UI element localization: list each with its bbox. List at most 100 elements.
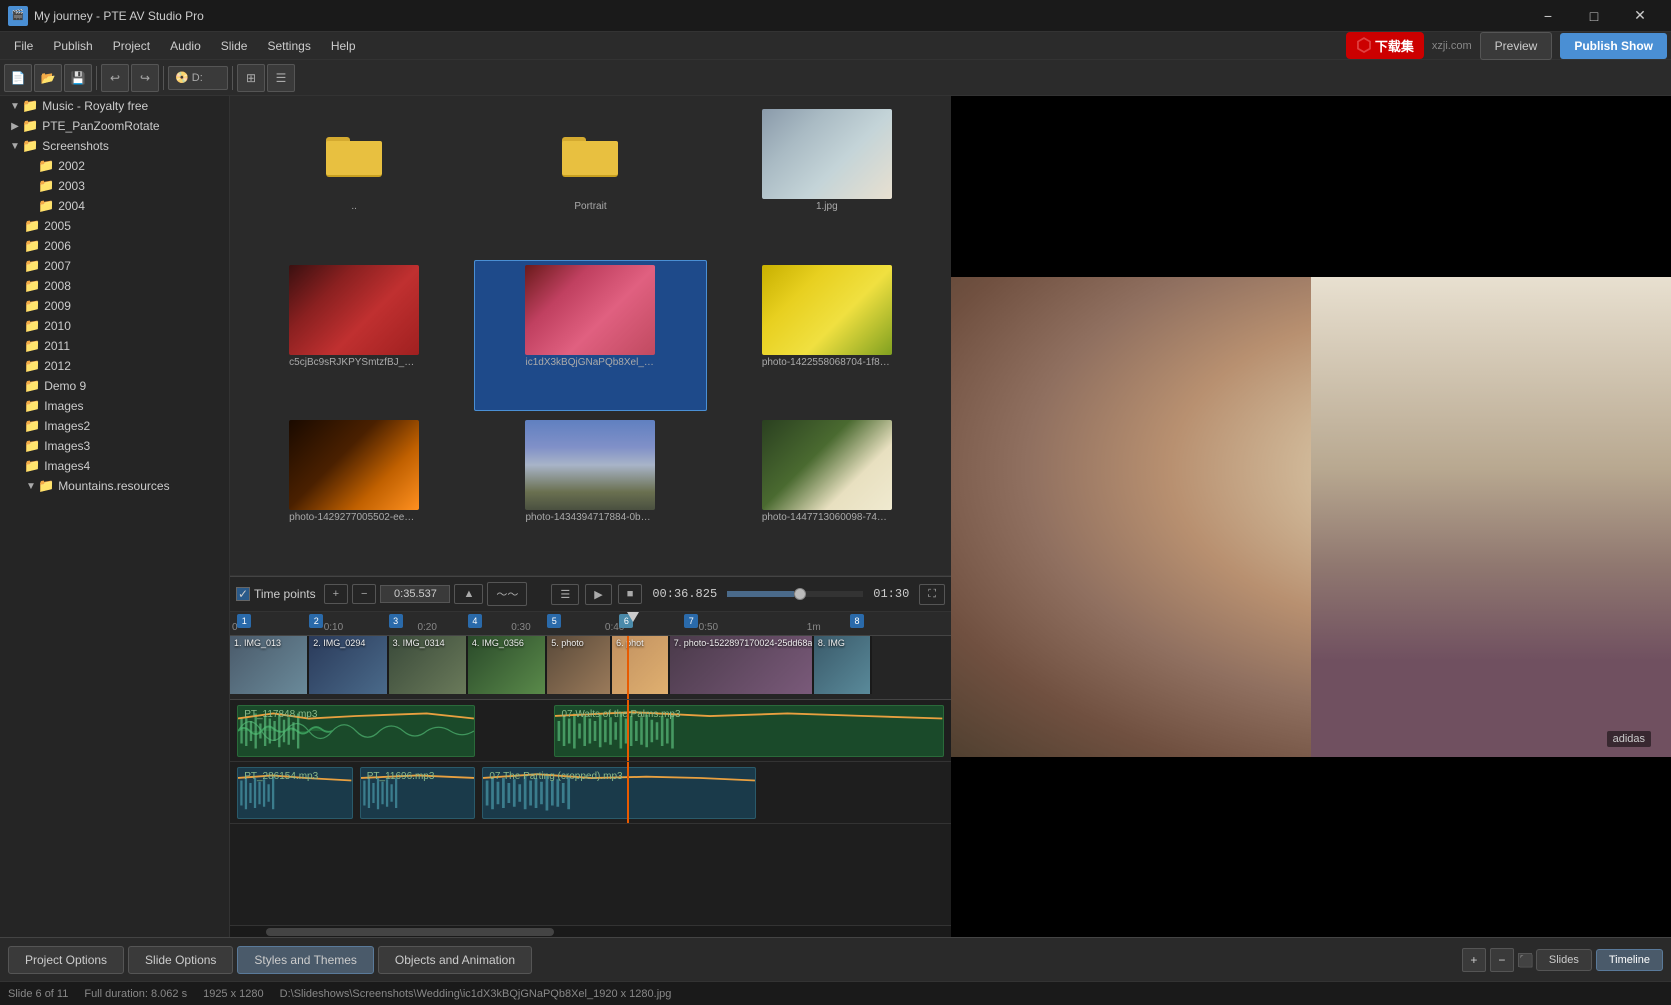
view-list-button[interactable]: ☰ [267, 64, 295, 92]
audio-clip-parting[interactable]: 07 The Parting (cropped).mp3 [482, 767, 756, 819]
timeline-view-button[interactable]: Timeline [1596, 949, 1663, 971]
menu-help[interactable]: Help [321, 35, 366, 57]
file-item-portrait[interactable]: Portrait [474, 104, 706, 256]
file-item-c5cj[interactable]: c5cjBc9sRJKPYSmtzfBJ_DSC_... [238, 260, 470, 412]
menu-slide[interactable]: Slide [211, 35, 258, 57]
tree-item-2006[interactable]: 📁 2006 [0, 236, 229, 256]
fullscreen-button[interactable]: ⛶ [919, 584, 945, 605]
tree-item-2005[interactable]: 📁 2005 [0, 216, 229, 236]
file-item-ic1d[interactable]: ic1dX3kBQjGNaPQb8Xel_192... [474, 260, 706, 412]
tree-item-mountains[interactable]: ▼ 📁 Mountains.resources [0, 476, 229, 496]
tree-item-2008[interactable]: 📁 2008 [0, 276, 229, 296]
tree-item-images4[interactable]: 📁 Images4 [0, 456, 229, 476]
tree-scroll[interactable]: ▼ 📁 Music - Royalty free ▶ 📁 PTE_PanZoom… [0, 96, 229, 937]
slide-label-3: 3. IMG_0314 [393, 638, 445, 648]
file-grid[interactable]: .. Portrait 1.jpg [230, 96, 951, 575]
new-button[interactable]: 📄 [4, 64, 32, 92]
objects-animation-button[interactable]: Objects and Animation [378, 946, 532, 974]
undo-button[interactable]: ↩ [101, 64, 129, 92]
file-item-1jpg[interactable]: 1.jpg [711, 104, 943, 256]
stop-button[interactable]: ■ [618, 584, 643, 604]
slide-item-8[interactable]: 8. IMG [814, 636, 872, 694]
toolbar: 📄 📂 💾 ↩ ↪ 📀 D: ⊞ ☰ [0, 60, 1671, 96]
slide-item-1[interactable]: 1. IMG_013 [230, 636, 309, 694]
menu-file[interactable]: File [4, 35, 43, 57]
zoom-out-button[interactable]: − [1490, 948, 1514, 972]
tree-item-demo9[interactable]: 📁 Demo 9 [0, 376, 229, 396]
audio-label-pt117848: PT_117848.mp3 [244, 709, 317, 720]
tree-item-2012[interactable]: 📁 2012 [0, 356, 229, 376]
tree-item-2002[interactable]: 📁 2002 [0, 156, 229, 176]
file-item-photo1429[interactable]: photo-1429277005502-eed8e... [238, 415, 470, 567]
tree-item-images[interactable]: 📁 Images [0, 396, 229, 416]
h-scroll-thumb[interactable] [266, 928, 554, 936]
slide-item-2[interactable]: 2. IMG_0294 [309, 636, 388, 694]
slide-item-7[interactable]: 7. photo-1522897170024-25dd68a50c13 [670, 636, 814, 694]
redo-button[interactable]: ↪ [131, 64, 159, 92]
minimize-button[interactable]: − [1525, 0, 1571, 32]
menu-settings[interactable]: Settings [257, 35, 320, 57]
file-item-parent[interactable]: .. [238, 104, 470, 256]
slides-view-button[interactable]: Slides [1536, 949, 1592, 971]
remove-timepoint-button[interactable]: − [352, 584, 376, 604]
play-button[interactable]: ▶ [585, 584, 611, 605]
logo-area: ⬡ 下载集 [1346, 32, 1424, 59]
horizontal-scrollbar[interactable] [230, 925, 951, 937]
menu-publish[interactable]: Publish [43, 35, 102, 57]
preview-button[interactable]: Preview [1480, 32, 1553, 60]
timeline-ruler[interactable]: 0 0:10 0:20 0:30 0:40 0:50 1m 1 2 3 4 5 … [230, 612, 951, 636]
audio-clip-pt11696[interactable]: PT_11696.mp3 [360, 767, 475, 819]
tree-item-pte[interactable]: ▶ 📁 PTE_PanZoomRotate [0, 116, 229, 136]
save-button[interactable]: 💾 [64, 64, 92, 92]
slide-item-4[interactable]: 4. IMG_0356 [468, 636, 547, 694]
menu-timeline-button[interactable]: ☰ [551, 584, 579, 605]
timeline-area: ✓ Time points + − ▲ 〜〜 ☰ ▶ ■ 00:36.825 0… [230, 576, 951, 937]
open-button[interactable]: 📂 [34, 64, 62, 92]
slide-options-button[interactable]: Slide Options [128, 946, 233, 974]
tree-item-2004[interactable]: 📁 2004 [0, 196, 229, 216]
thumb-photo1422 [762, 265, 892, 355]
audio-clip-walts[interactable]: 07 Walts of the Palms.mp3 [554, 705, 943, 757]
tree-item-2009[interactable]: 📁 2009 [0, 296, 229, 316]
audio-clip-pt286154[interactable]: PT_286154.mp3 [237, 767, 352, 819]
slide-item-3[interactable]: 3. IMG_0314 [389, 636, 468, 694]
view-button[interactable]: ⊞ [237, 64, 265, 92]
publish-button[interactable]: Publish Show [1560, 33, 1667, 59]
slide-num-5: 5 [547, 614, 561, 628]
timeline-scrubber[interactable] [727, 591, 863, 597]
menu-audio[interactable]: Audio [160, 35, 211, 57]
slide-item-5[interactable]: 5. photo [547, 636, 612, 694]
timepoints-checkbox[interactable]: ✓ [236, 587, 250, 601]
scrubber-handle[interactable] [794, 588, 806, 600]
add-timepoint-button[interactable]: + [324, 584, 348, 604]
project-options-button[interactable]: Project Options [8, 946, 124, 974]
preview-image: adidas [951, 277, 1671, 757]
slide-item-6[interactable]: 6. phot [612, 636, 670, 694]
slide-track: 1. IMG_013 2. IMG_0294 3. IMG_0314 4. IM… [230, 636, 951, 700]
tree-item-images3[interactable]: 📁 Images3 [0, 436, 229, 456]
zoom-in-button[interactable]: + [1462, 948, 1486, 972]
styles-themes-button[interactable]: Styles and Themes [237, 946, 374, 974]
tree-item-2007[interactable]: 📁 2007 [0, 256, 229, 276]
close-button[interactable]: ✕ [1617, 0, 1663, 32]
wave-button[interactable]: 〜〜 [487, 582, 527, 606]
maximize-button[interactable]: □ [1571, 0, 1617, 32]
menu-project[interactable]: Project [103, 35, 160, 57]
file-item-photo1447[interactable]: photo-1447713060098-74c4e... [711, 415, 943, 567]
tree-item-images2[interactable]: 📁 Images2 [0, 416, 229, 436]
tree-item-2010[interactable]: 📁 2010 [0, 316, 229, 336]
tree-item-2003[interactable]: 📁 2003 [0, 176, 229, 196]
audio-track-1: PT_117848.mp3 [230, 700, 951, 762]
time-input[interactable] [380, 585, 450, 603]
audio-clip-pt117848[interactable]: PT_117848.mp3 [237, 705, 475, 757]
tree-label-2007: 2007 [44, 259, 71, 273]
file-item-photo1422[interactable]: photo-1422558068704-1f8f06... [711, 260, 943, 412]
tree-label-2008: 2008 [44, 279, 71, 293]
drive-selector[interactable]: 📀 D: [168, 66, 228, 90]
tree-item-music[interactable]: ▼ 📁 Music - Royalty free [0, 96, 229, 116]
file-item-photo1434[interactable]: photo-1434394717884-0b03b... [474, 415, 706, 567]
tree-item-screenshots[interactable]: ▼ 📁 Screenshots [0, 136, 229, 156]
zoom-fit-button[interactable]: ⬛ [1518, 953, 1532, 967]
time-adjust-up[interactable]: ▲ [454, 584, 483, 604]
tree-item-2011[interactable]: 📁 2011 [0, 336, 229, 356]
